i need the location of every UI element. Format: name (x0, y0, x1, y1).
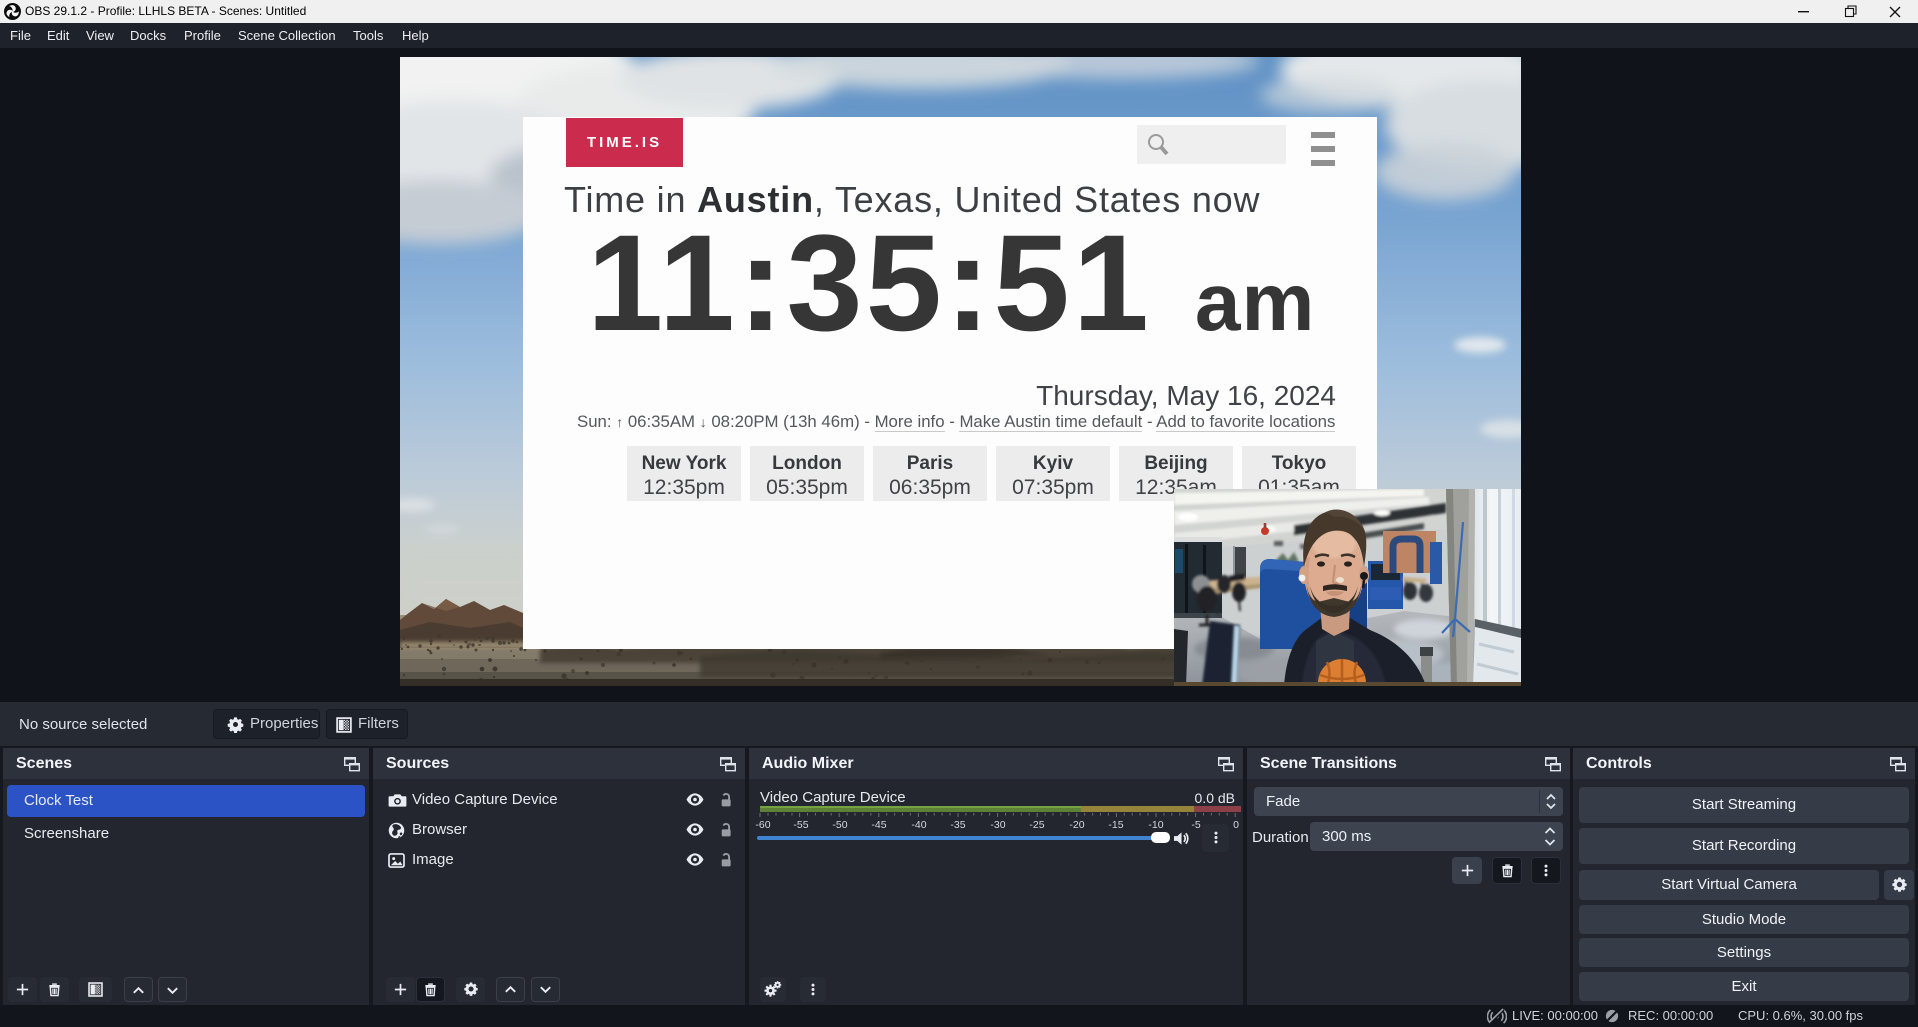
svg-text:-50: -50 (832, 819, 847, 830)
svg-text:-35: -35 (950, 819, 965, 830)
svg-text:-40: -40 (911, 819, 926, 830)
svg-text:-20: -20 (1069, 819, 1084, 830)
svg-text:-10: -10 (1148, 819, 1163, 830)
svg-text:-15: -15 (1108, 819, 1123, 830)
svg-text:-60: -60 (755, 819, 770, 830)
svg-text:-25: -25 (1029, 819, 1044, 830)
svg-text:-5: -5 (1191, 819, 1200, 830)
svg-text:-45: -45 (871, 819, 886, 830)
svg-text:0: 0 (1233, 819, 1239, 830)
svg-text:-55: -55 (793, 819, 808, 830)
svg-text:-30: -30 (990, 819, 1005, 830)
